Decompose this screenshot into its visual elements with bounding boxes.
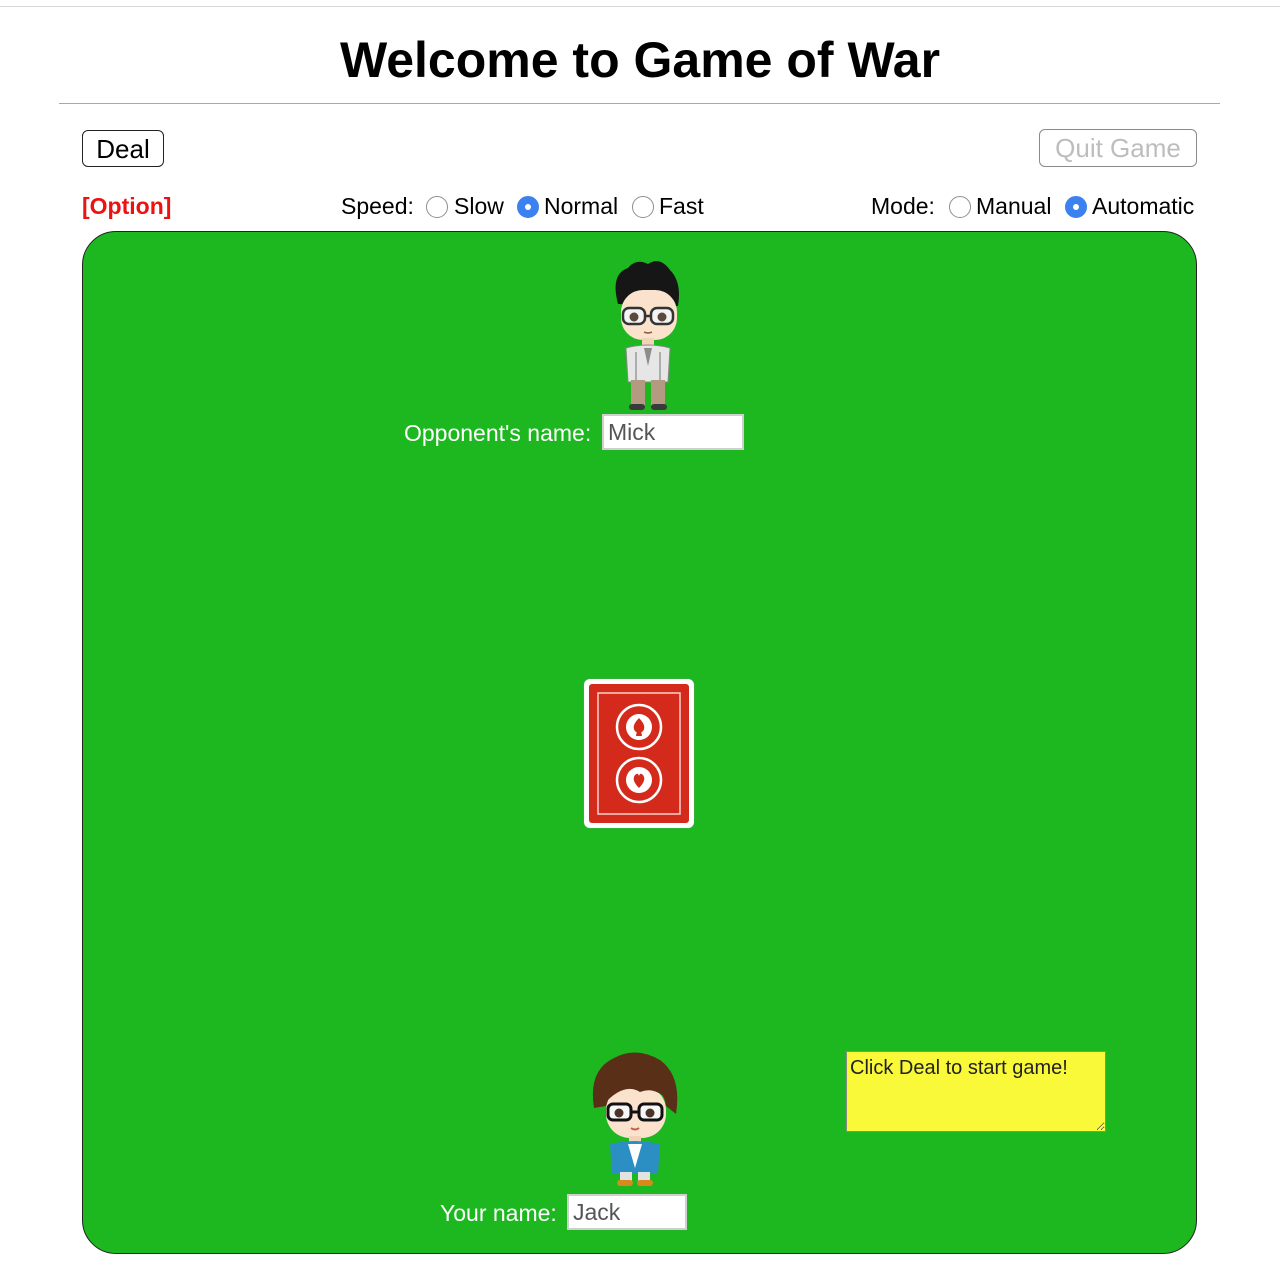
speed-normal-label[interactable]: Normal bbox=[544, 192, 618, 220]
mode-label: Mode: bbox=[871, 193, 935, 219]
player-name-input[interactable] bbox=[567, 1194, 687, 1230]
speed-slow-label[interactable]: Slow bbox=[454, 192, 504, 220]
status-message-box[interactable]: Click Deal to start game! bbox=[846, 1051, 1106, 1132]
speed-label: Speed: bbox=[341, 193, 414, 219]
opponent-name-label: Opponent's name: bbox=[404, 420, 592, 446]
deck-card-back[interactable] bbox=[584, 679, 694, 828]
speed-slow-radio[interactable] bbox=[426, 196, 448, 218]
mode-manual-radio[interactable] bbox=[949, 196, 971, 218]
speed-fast-label[interactable]: Fast bbox=[659, 192, 704, 220]
option-link[interactable]: [Option] bbox=[82, 192, 171, 220]
deal-button[interactable]: Deal bbox=[82, 130, 164, 167]
opponent-name-input[interactable] bbox=[602, 414, 744, 450]
mode-automatic-label[interactable]: Automatic bbox=[1092, 192, 1194, 220]
title-divider bbox=[59, 103, 1220, 104]
player-name-label: Your name: bbox=[440, 1200, 557, 1226]
opponent-avatar-icon bbox=[615, 261, 679, 410]
mode-manual-label[interactable]: Manual bbox=[976, 192, 1051, 220]
card-back-icon bbox=[589, 684, 689, 823]
quit-game-button[interactable]: Quit Game bbox=[1039, 129, 1197, 167]
top-divider bbox=[0, 6, 1280, 7]
page-title: Welcome to Game of War bbox=[339, 32, 941, 88]
speed-normal-radio[interactable] bbox=[517, 196, 539, 218]
mode-automatic-radio[interactable] bbox=[1065, 196, 1087, 218]
player-avatar-icon bbox=[592, 1052, 678, 1186]
speed-fast-radio[interactable] bbox=[632, 196, 654, 218]
